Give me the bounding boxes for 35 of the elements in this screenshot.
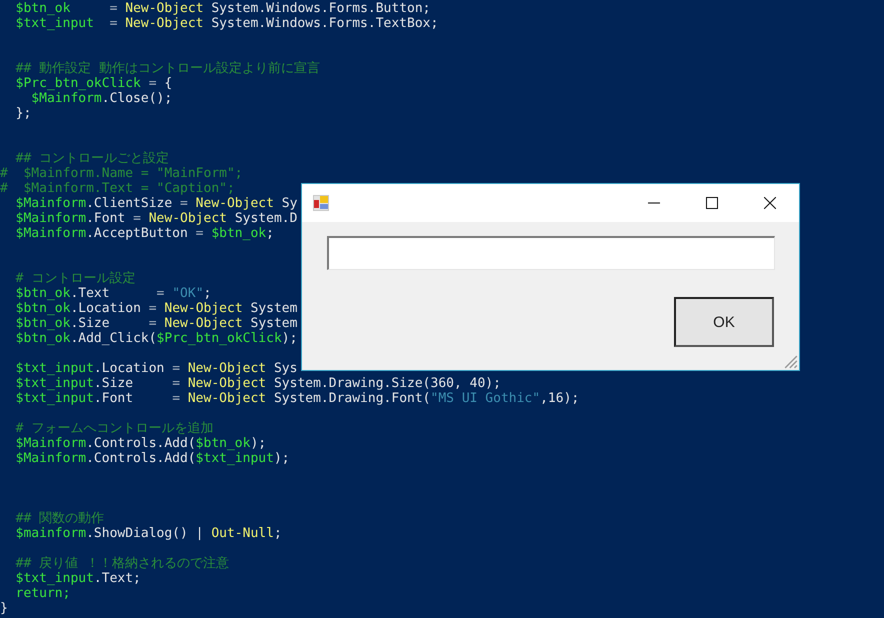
code-line: $Mainform.Font = New-Object System.D [14, 211, 298, 226]
code-line: $txt_input.Size = New-Object System.Drawing.Size(360, 40); [14, 376, 501, 391]
code-line: $btn_ok.Add_Click($Prc_btn_okClick); [14, 331, 298, 346]
code-line: $Mainform.AcceptButton = $btn_ok; [14, 226, 274, 241]
app-icon [313, 195, 329, 211]
text-field[interactable] [327, 236, 775, 270]
code-line: $mainform.ShowDialog() | Out-Null; [14, 526, 282, 541]
code-line: $Mainform.Controls.Add($txt_input); [14, 451, 290, 466]
code-line: $txt_input.Text; [14, 571, 141, 586]
code-line: $btn_ok.Location = New-Object System [14, 301, 298, 316]
code-line: $txt_input = New-Object System.Windows.Forms.TextBox; [14, 16, 438, 31]
code-line: $Mainform.Controls.Add($btn_ok); [14, 436, 266, 451]
code-line: ## 関数の動作 [14, 511, 104, 526]
code-line: $txt_input.Font = New-Object System.Drawing.Font("MS UI Gothic",16); [14, 391, 580, 406]
code-line: ## 戻り値 ！！格納されるので注意 [14, 556, 229, 571]
code-line: # フォームへコントロールを追加 [14, 421, 214, 436]
code-line: $txt_input.Location = New-Object Sys [14, 361, 298, 376]
maximize-icon [706, 197, 718, 209]
code-line: $Mainform.Close(); [30, 91, 172, 106]
resize-grip-icon[interactable] [784, 355, 798, 369]
code-line: ## コントロールごと設定 [14, 151, 170, 166]
code-line: # $Mainform.Text = "Caption"; [0, 181, 235, 196]
code-line: }; [14, 106, 32, 121]
code-line: # $Mainform.Name = "MainForm"; [0, 166, 243, 181]
code-line: return; [14, 586, 70, 601]
code-line: ## 動作設定 動作はコントロール設定より前に宣言 [14, 61, 320, 76]
code-line: $btn_ok.Text = "OK"; [14, 286, 212, 301]
code-line: # コントロール設定 [14, 271, 136, 286]
code-line: } [0, 601, 8, 616]
ok-button[interactable]: OK [674, 297, 774, 347]
close-icon [764, 197, 776, 209]
code-line: $Prc_btn_okClick = { [14, 76, 172, 91]
code-line: $Mainform.ClientSize = New-Object Sy [14, 196, 298, 211]
code-line: $btn_ok.Size = New-Object System [14, 316, 298, 331]
code-line: $btn_ok = New-Object System.Windows.Forms.Button; [14, 1, 431, 16]
